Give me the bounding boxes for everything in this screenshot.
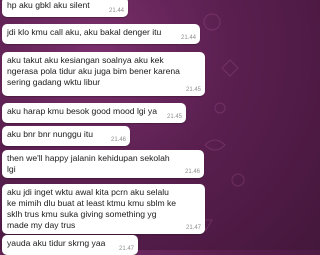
message-text: aku harap kmu besok good mood lgi ya [7,106,158,116]
message-bubble[interactable]: aku harap kmu besok good mood lgi ya 21.… [2,103,186,123]
message-time: 21.44 [108,8,124,14]
message-time: 21.47 [185,225,201,231]
message-text: jdi klo kmu call aku, aku bakal denger i… [7,27,162,37]
message-bubble[interactable]: jdi klo kmu call aku, aku bakal denger i… [2,24,200,44]
message-bubble[interactable]: yauda aku tidur skrng yaa 21.47 [2,235,138,255]
message-bubble[interactable]: aku jdi inget wktu awal kita pcrn aku se… [2,184,205,234]
message-time: 21.45 [185,87,201,93]
message-bubble[interactable]: then we'll happy jalanin kehidupan sekol… [2,150,204,178]
message-text: aku bnr bnr nunggu itu [7,129,94,139]
message-text: aku takut aku kesiangan soalnya aku kek … [7,55,180,87]
message-time: 21.46 [110,137,126,143]
message-time: 21.46 [184,169,200,175]
message-text: yauda aku tidur skrng yaa [7,238,106,248]
message-time: 21.45 [166,114,182,120]
message-text: aku jdi inget wktu awal kita pcrn aku se… [7,187,177,230]
message-text: hp aku gbkl aku silent [7,0,90,10]
message-time: 21.44 [180,35,196,41]
message-bubble[interactable]: hp aku gbkl aku silent 21.44 [2,0,128,17]
chat-message-list: hp aku gbkl aku silent 21.44 jdi klo kmu… [0,0,250,255]
message-bubble[interactable]: aku takut aku kesiangan soalnya aku kek … [2,52,205,96]
message-text: then we'll happy jalanin kehidupan sekol… [7,153,170,174]
message-bubble[interactable]: aku bnr bnr nunggu itu 21.46 [2,126,130,146]
